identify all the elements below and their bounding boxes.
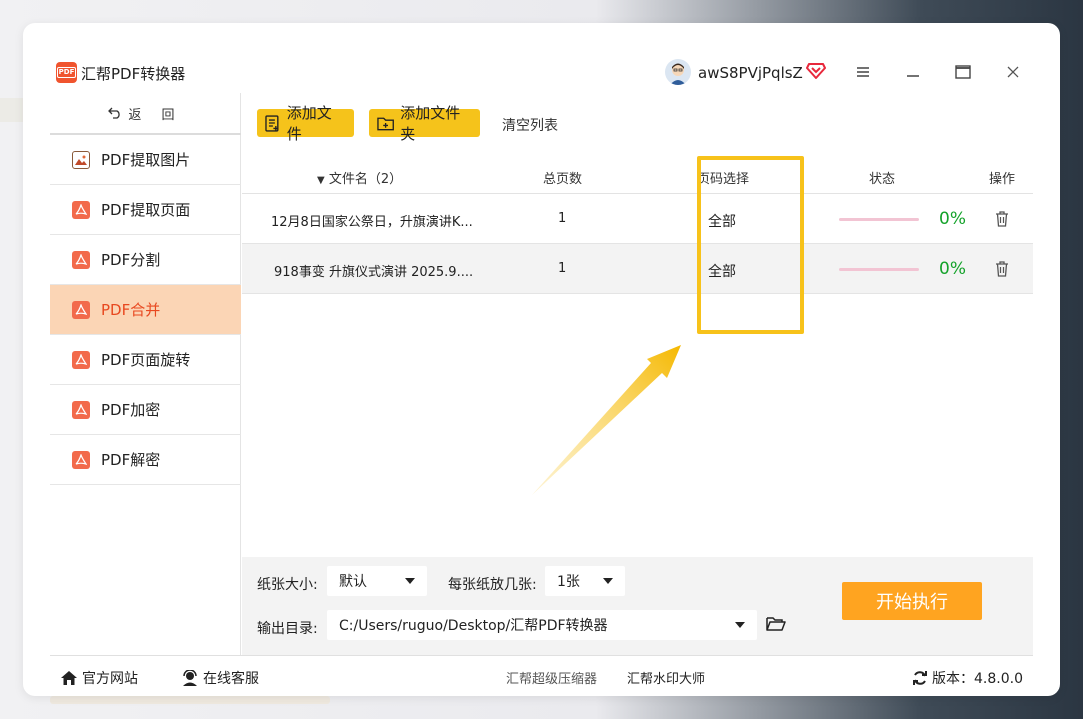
chevron-down-icon <box>735 622 745 628</box>
progress-bar <box>839 268 919 271</box>
paper-size-select[interactable]: 默认 <box>327 566 427 596</box>
pdf-icon <box>72 250 90 269</box>
settings-panel: 纸张大小: 默认 每张纸放几张: 1张 输出目录: C:/Users/ruguo… <box>242 557 1033 655</box>
clear-list-button[interactable]: 清空列表 <box>502 115 558 135</box>
maximize-icon[interactable] <box>951 61 975 83</box>
per-sheet-label: 每张纸放几张: <box>448 577 537 593</box>
main-panel: 添加文件 添加文件夹 清空列表 ▼ 文件名（2） 总页数 页码选择 状态 操作 … <box>242 93 1033 655</box>
add-file-label: 添加文件 <box>286 104 332 143</box>
sidebar-item-encrypt[interactable]: PDF加密 <box>50 385 241 435</box>
table-row[interactable]: 918事变 升旗仪式演讲 2025.9.... 1 全部 0% <box>242 244 1033 294</box>
paper-size-value: 默认 <box>339 574 367 590</box>
start-button[interactable]: 开始执行 <box>842 582 982 620</box>
sidebar-item-label: PDF页面旋转 <box>101 351 191 369</box>
pdf-icon <box>72 350 90 369</box>
table-header: ▼ 文件名（2） 总页数 页码选择 状态 操作 <box>242 156 1033 194</box>
pdf-icon <box>72 400 90 419</box>
username[interactable]: awS8PVjPqlsZ <box>698 64 803 82</box>
add-file-button[interactable]: 添加文件 <box>257 104 354 143</box>
compressor-link[interactable]: 汇帮超级压缩器 <box>506 668 597 687</box>
folder-open-icon[interactable] <box>766 616 786 636</box>
filename-header[interactable]: ▼ 文件名（2） <box>317 168 402 187</box>
app-window: PDF 汇帮PDF转换器 awS8PVjPqlsZ 返 回 PDF提取图片 PD… <box>50 51 1033 695</box>
title-bar: PDF 汇帮PDF转换器 awS8PVjPqlsZ <box>50 51 1033 93</box>
progress-percent: 0% <box>939 209 966 229</box>
sidebar-item-label: PDF提取图片 <box>101 151 191 169</box>
headset-icon <box>183 670 197 686</box>
sidebar-item-label: PDF分割 <box>101 251 161 269</box>
refresh-icon[interactable] <box>912 670 928 686</box>
status-header: 状态 <box>869 172 896 187</box>
menu-icon[interactable] <box>851 61 875 83</box>
home-icon <box>61 671 77 685</box>
row-filename: 918事变 升旗仪式演讲 2025.9.... <box>274 265 474 280</box>
window-frame: PDF 汇帮PDF转换器 awS8PVjPqlsZ 返 回 PDF提取图片 PD… <box>23 23 1060 696</box>
sidebar: 返 回 PDF提取图片 PDF提取页面 PDF分割 PDF合并 PDF页面旋转 <box>50 93 241 655</box>
official-site-link[interactable]: 官方网站 <box>60 668 138 688</box>
row-pages: 1 <box>558 261 567 276</box>
sidebar-item-decrypt[interactable]: PDF解密 <box>50 435 241 485</box>
sidebar-item-label: PDF合并 <box>101 301 161 319</box>
chevron-down-icon <box>603 578 613 584</box>
sidebar-item-label: PDF提取页面 <box>101 201 191 219</box>
back-arrow-icon <box>108 107 121 119</box>
add-folder-icon <box>377 117 394 130</box>
delete-icon[interactable] <box>995 261 1009 277</box>
row-pages: 1 <box>558 211 567 226</box>
sidebar-item-merge[interactable]: PDF合并 <box>50 285 241 335</box>
progress-bar <box>839 218 919 221</box>
highlight-box <box>697 156 804 334</box>
action-header: 操作 <box>989 172 1016 187</box>
pages-header: 总页数 <box>543 172 583 187</box>
app-logo-icon: PDF <box>56 62 77 83</box>
image-icon <box>72 150 90 169</box>
watermark-link[interactable]: 汇帮水印大师 <box>627 668 705 687</box>
sidebar-item-label: PDF解密 <box>101 451 161 469</box>
sidebar-item-label: PDF加密 <box>101 401 161 419</box>
per-sheet-value: 1张 <box>557 574 580 590</box>
minimize-icon[interactable] <box>901 61 925 83</box>
sidebar-item-extract-pages[interactable]: PDF提取页面 <box>50 185 241 235</box>
add-file-icon <box>265 114 279 132</box>
add-folder-label: 添加文件夹 <box>400 104 461 143</box>
vip-diamond-icon[interactable] <box>806 62 826 80</box>
table-row[interactable]: 12月8日国家公祭日，升旗演讲K... 1 全部 0% <box>242 194 1033 244</box>
progress-percent: 0% <box>939 259 966 279</box>
per-sheet-select[interactable]: 1张 <box>545 566 625 596</box>
pdf-icon <box>72 300 90 319</box>
delete-icon[interactable] <box>995 211 1009 227</box>
paper-size-label: 纸张大小: <box>257 577 318 593</box>
background-bar <box>50 696 330 704</box>
user-avatar[interactable] <box>665 59 691 85</box>
add-folder-button[interactable]: 添加文件夹 <box>369 104 480 143</box>
back-label: 返 回 <box>128 107 183 123</box>
sidebar-item-rotate[interactable]: PDF页面旋转 <box>50 335 241 385</box>
output-dir-value: C:/Users/ruguo/Desktop/汇帮PDF转换器 <box>339 618 608 634</box>
sidebar-item-split[interactable]: PDF分割 <box>50 235 241 285</box>
online-support-link[interactable]: 在线客服 <box>181 668 259 688</box>
footer: 官方网站 在线客服 汇帮超级压缩器 汇帮水印大师 版本：4.8.0.0 <box>50 655 1033 695</box>
chevron-down-icon <box>405 578 415 584</box>
sidebar-item-extract-images[interactable]: PDF提取图片 <box>50 135 241 185</box>
pdf-icon <box>72 200 90 219</box>
close-icon[interactable] <box>1001 61 1025 83</box>
row-filename: 12月8日国家公祭日，升旗演讲K... <box>271 215 473 230</box>
output-dir-label: 输出目录: <box>257 621 318 637</box>
back-button[interactable]: 返 回 <box>50 93 241 133</box>
pdf-icon <box>72 450 90 469</box>
app-title: 汇帮PDF转换器 <box>81 65 186 83</box>
output-dir-select[interactable]: C:/Users/ruguo/Desktop/汇帮PDF转换器 <box>327 610 757 640</box>
version-info: 版本：4.8.0.0 <box>912 668 1023 688</box>
sort-down-icon: ▼ <box>317 175 325 186</box>
